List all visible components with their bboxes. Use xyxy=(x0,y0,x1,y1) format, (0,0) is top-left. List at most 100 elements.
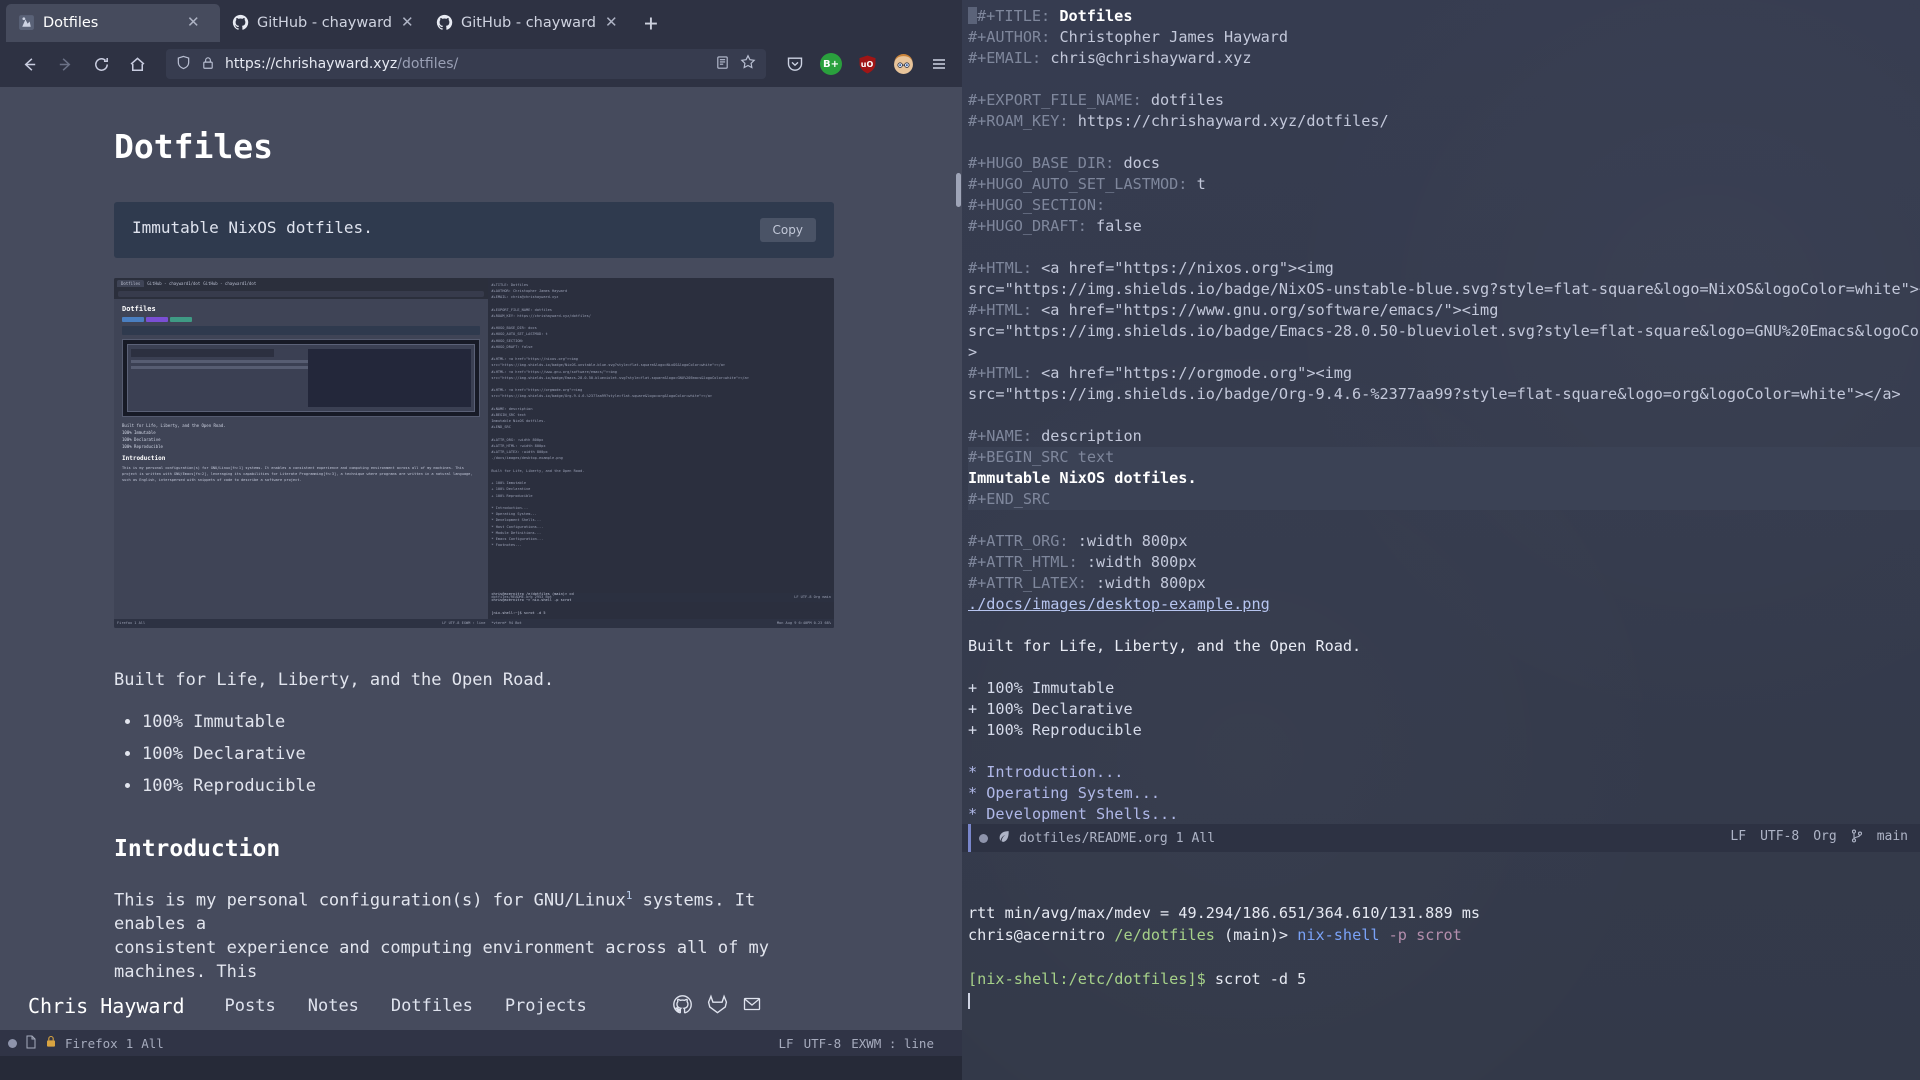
reload-button[interactable] xyxy=(84,47,118,81)
modeline-accent-bar xyxy=(968,824,971,852)
browser-tab-2-label: GitHub - chayward1/dotfi xyxy=(461,14,597,31)
org-line-3 xyxy=(968,69,1920,90)
mini-paragraph: This is my personal configuration(s) for… xyxy=(122,465,473,482)
browser-extensions: B+ uO xyxy=(778,53,950,76)
org-line-29 xyxy=(968,615,1920,636)
desktop-example-image: Dotfiles GitHub - chayward1/dot GitHub -… xyxy=(114,277,834,628)
section-heading-introduction: Introduction xyxy=(114,835,281,862)
org-line-6 xyxy=(968,132,1920,153)
url-text[interactable]: https://chrishayward.xyz/dotfiles/ xyxy=(225,56,705,72)
reader-mode-icon[interactable] xyxy=(715,55,730,74)
org-heading[interactable]: * Introduction... xyxy=(968,762,1920,783)
shield-icon[interactable] xyxy=(176,55,191,74)
org-line-21: #+BEGIN_SRC text xyxy=(968,447,1920,468)
org-line-10: #+HUGO_DRAFT: false xyxy=(968,217,1142,235)
file-icon xyxy=(25,1035,37,1052)
vterm-text[interactable]: rtt min/avg/max/mdev = 49.294/186.651/36… xyxy=(968,902,1920,1012)
point-cursor xyxy=(968,7,977,24)
org-line-16: > xyxy=(968,343,978,361)
vterm-window[interactable]: rtt min/avg/max/mdev = 49.294/186.651/36… xyxy=(962,852,1920,1052)
features-list: 100% Immutable 100% Declarative 100% Rep… xyxy=(142,712,962,796)
page-content: Dotfiles Immutable NixOS dotfiles. Copy … xyxy=(0,87,962,982)
terminal-cursor xyxy=(968,993,970,1009)
vterm-line-3: [nix-shell:/etc/dotfiles]$ scrot -d 5 xyxy=(968,970,1307,988)
github-favicon-icon xyxy=(232,14,249,31)
email-icon[interactable] xyxy=(742,994,762,1019)
mini-nested-image xyxy=(122,338,481,417)
org-line-26: #+ATTR_HTML: :width 800px xyxy=(968,553,1197,571)
ublock-origin-label: uO xyxy=(860,59,874,69)
org-line-25: #+ATTR_ORG: :width 800px xyxy=(968,532,1188,550)
org-line-32: + 100% Immutable xyxy=(968,679,1115,697)
org-line-34: + 100% Reproducible xyxy=(968,721,1142,739)
copy-button[interactable]: Copy xyxy=(759,217,816,242)
org-line-7: #+HUGO_BASE_DIR: docs xyxy=(968,154,1161,172)
browser-tab-1-label: GitHub - chayward1/dotfi xyxy=(257,14,393,31)
description-code-text: Immutable NixOS dotfiles. xyxy=(132,217,373,237)
org-buffer-text[interactable]: #+TITLE: Dotfiles #+AUTHOR: Christopher J… xyxy=(962,6,1920,824)
browser-tab-1-close-icon[interactable]: ✕ xyxy=(401,15,414,30)
vterm-line-4 xyxy=(968,990,1920,1012)
bitwarden-icon[interactable]: B+ xyxy=(820,53,842,76)
site-brand[interactable]: Chris Hayward xyxy=(28,994,185,1018)
forward-button[interactable] xyxy=(48,47,82,81)
browser-tab-0[interactable]: Dotfiles ✕ xyxy=(6,3,220,42)
org-buffer-window[interactable]: #+TITLE: Dotfiles #+AUTHOR: Christopher J… xyxy=(962,0,1920,824)
org-heading[interactable]: * Development Shells... xyxy=(968,804,1920,824)
browser-tab-2[interactable]: GitHub - chayward1/dotfi ✕ xyxy=(424,4,628,42)
org-modeline-branch: main xyxy=(1876,829,1908,844)
org-line-11 xyxy=(968,237,1920,258)
org-modeline-right: LF UTF-8 Org main xyxy=(1730,829,1914,847)
page-viewport: Dotfiles Immutable NixOS dotfiles. Copy … xyxy=(0,86,962,983)
pocket-icon[interactable] xyxy=(784,53,806,75)
nav-link-posts[interactable]: Posts xyxy=(225,996,276,1016)
org-line-12: #+HTML: <a href="https://nixos.org"><img xyxy=(968,259,1334,277)
mini-ff-modeline-right: LF UTF-8 EXWM : line xyxy=(442,621,486,626)
nav-link-dotfiles[interactable]: Dotfiles xyxy=(391,996,473,1016)
nav-link-notes[interactable]: Notes xyxy=(308,996,359,1016)
mini-screenshot: Dotfiles GitHub - chayward1/dot GitHub -… xyxy=(114,277,834,628)
org-image-link[interactable]: ./docs/images/desktop-example.png xyxy=(968,594,1920,615)
mini-firefox: Dotfiles GitHub - chayward1/dot GitHub -… xyxy=(114,277,489,628)
org-line-33: + 100% Declarative xyxy=(968,700,1133,718)
github-icon[interactable] xyxy=(672,994,693,1019)
browser-tab-0-close-icon[interactable]: ✕ xyxy=(187,15,200,30)
org-heading[interactable]: * Operating System... xyxy=(968,783,1920,804)
ublock-origin-icon[interactable]: uO xyxy=(856,53,878,75)
home-button[interactable] xyxy=(120,47,154,81)
star-icon[interactable] xyxy=(740,54,756,74)
page-scrollbar[interactable] xyxy=(955,86,962,983)
org-line-1: #+AUTHOR: Christopher James Hayward xyxy=(968,28,1289,46)
dotfiles-favicon-icon xyxy=(18,14,35,31)
mini-badge-emacs xyxy=(146,316,168,322)
mini-feature-2: 100% Reproducible xyxy=(122,443,163,449)
browser-tab-1[interactable]: GitHub - chayward1/dotfi ✕ xyxy=(220,4,424,42)
site-nav-links: Posts Notes Dotfiles Projects xyxy=(225,996,587,1016)
mini-firefox-modeline: Firefox 1 All LF UTF-8 EXWM : line xyxy=(114,618,489,628)
new-tab-button[interactable]: + xyxy=(628,12,672,42)
vterm-line-1: chris@acernitro /e/dotfiles (main)> nix-… xyxy=(968,926,1462,944)
hamburger-menu-icon[interactable] xyxy=(928,53,950,75)
feature-item-0: 100% Immutable xyxy=(142,712,962,732)
org-line-22: Immutable NixOS dotfiles. xyxy=(968,468,1920,489)
page-scrollbar-thumb[interactable] xyxy=(956,172,961,207)
mini-nav-bar xyxy=(114,288,489,299)
lock-icon[interactable] xyxy=(201,55,215,74)
org-line-23: #+END_SRC xyxy=(968,489,1920,510)
back-button[interactable] xyxy=(12,47,46,81)
org-line-20: #+NAME: description xyxy=(968,427,1142,445)
mini-term-text: chris@acernitro /e/dotfiles (main)> cd c… xyxy=(491,591,574,615)
emacs-window: #+TITLE: Dotfiles #+AUTHOR: Christopher J… xyxy=(962,0,1920,1080)
mini-badge-org xyxy=(170,316,192,322)
modeline-eol: LF xyxy=(778,1035,794,1051)
nav-link-projects[interactable]: Projects xyxy=(505,996,587,1016)
gitlab-icon[interactable] xyxy=(707,994,728,1019)
browser-tab-2-close-icon[interactable]: ✕ xyxy=(605,15,618,30)
page-title: Dotfiles xyxy=(114,126,273,166)
org-line-17: #+HTML: <a href="https://orgmode.org"><i… xyxy=(968,364,1353,382)
url-bar[interactable]: https://chrishayward.xyz/dotfiles/ xyxy=(166,49,766,80)
intro-paragraph: This is my personal configuration(s) for… xyxy=(114,888,804,982)
feature-item-1: 100% Declarative xyxy=(142,744,962,764)
intro-line-1: This is my personal configuration(s) for… xyxy=(114,890,626,911)
account-avatar-icon[interactable] xyxy=(892,53,914,75)
